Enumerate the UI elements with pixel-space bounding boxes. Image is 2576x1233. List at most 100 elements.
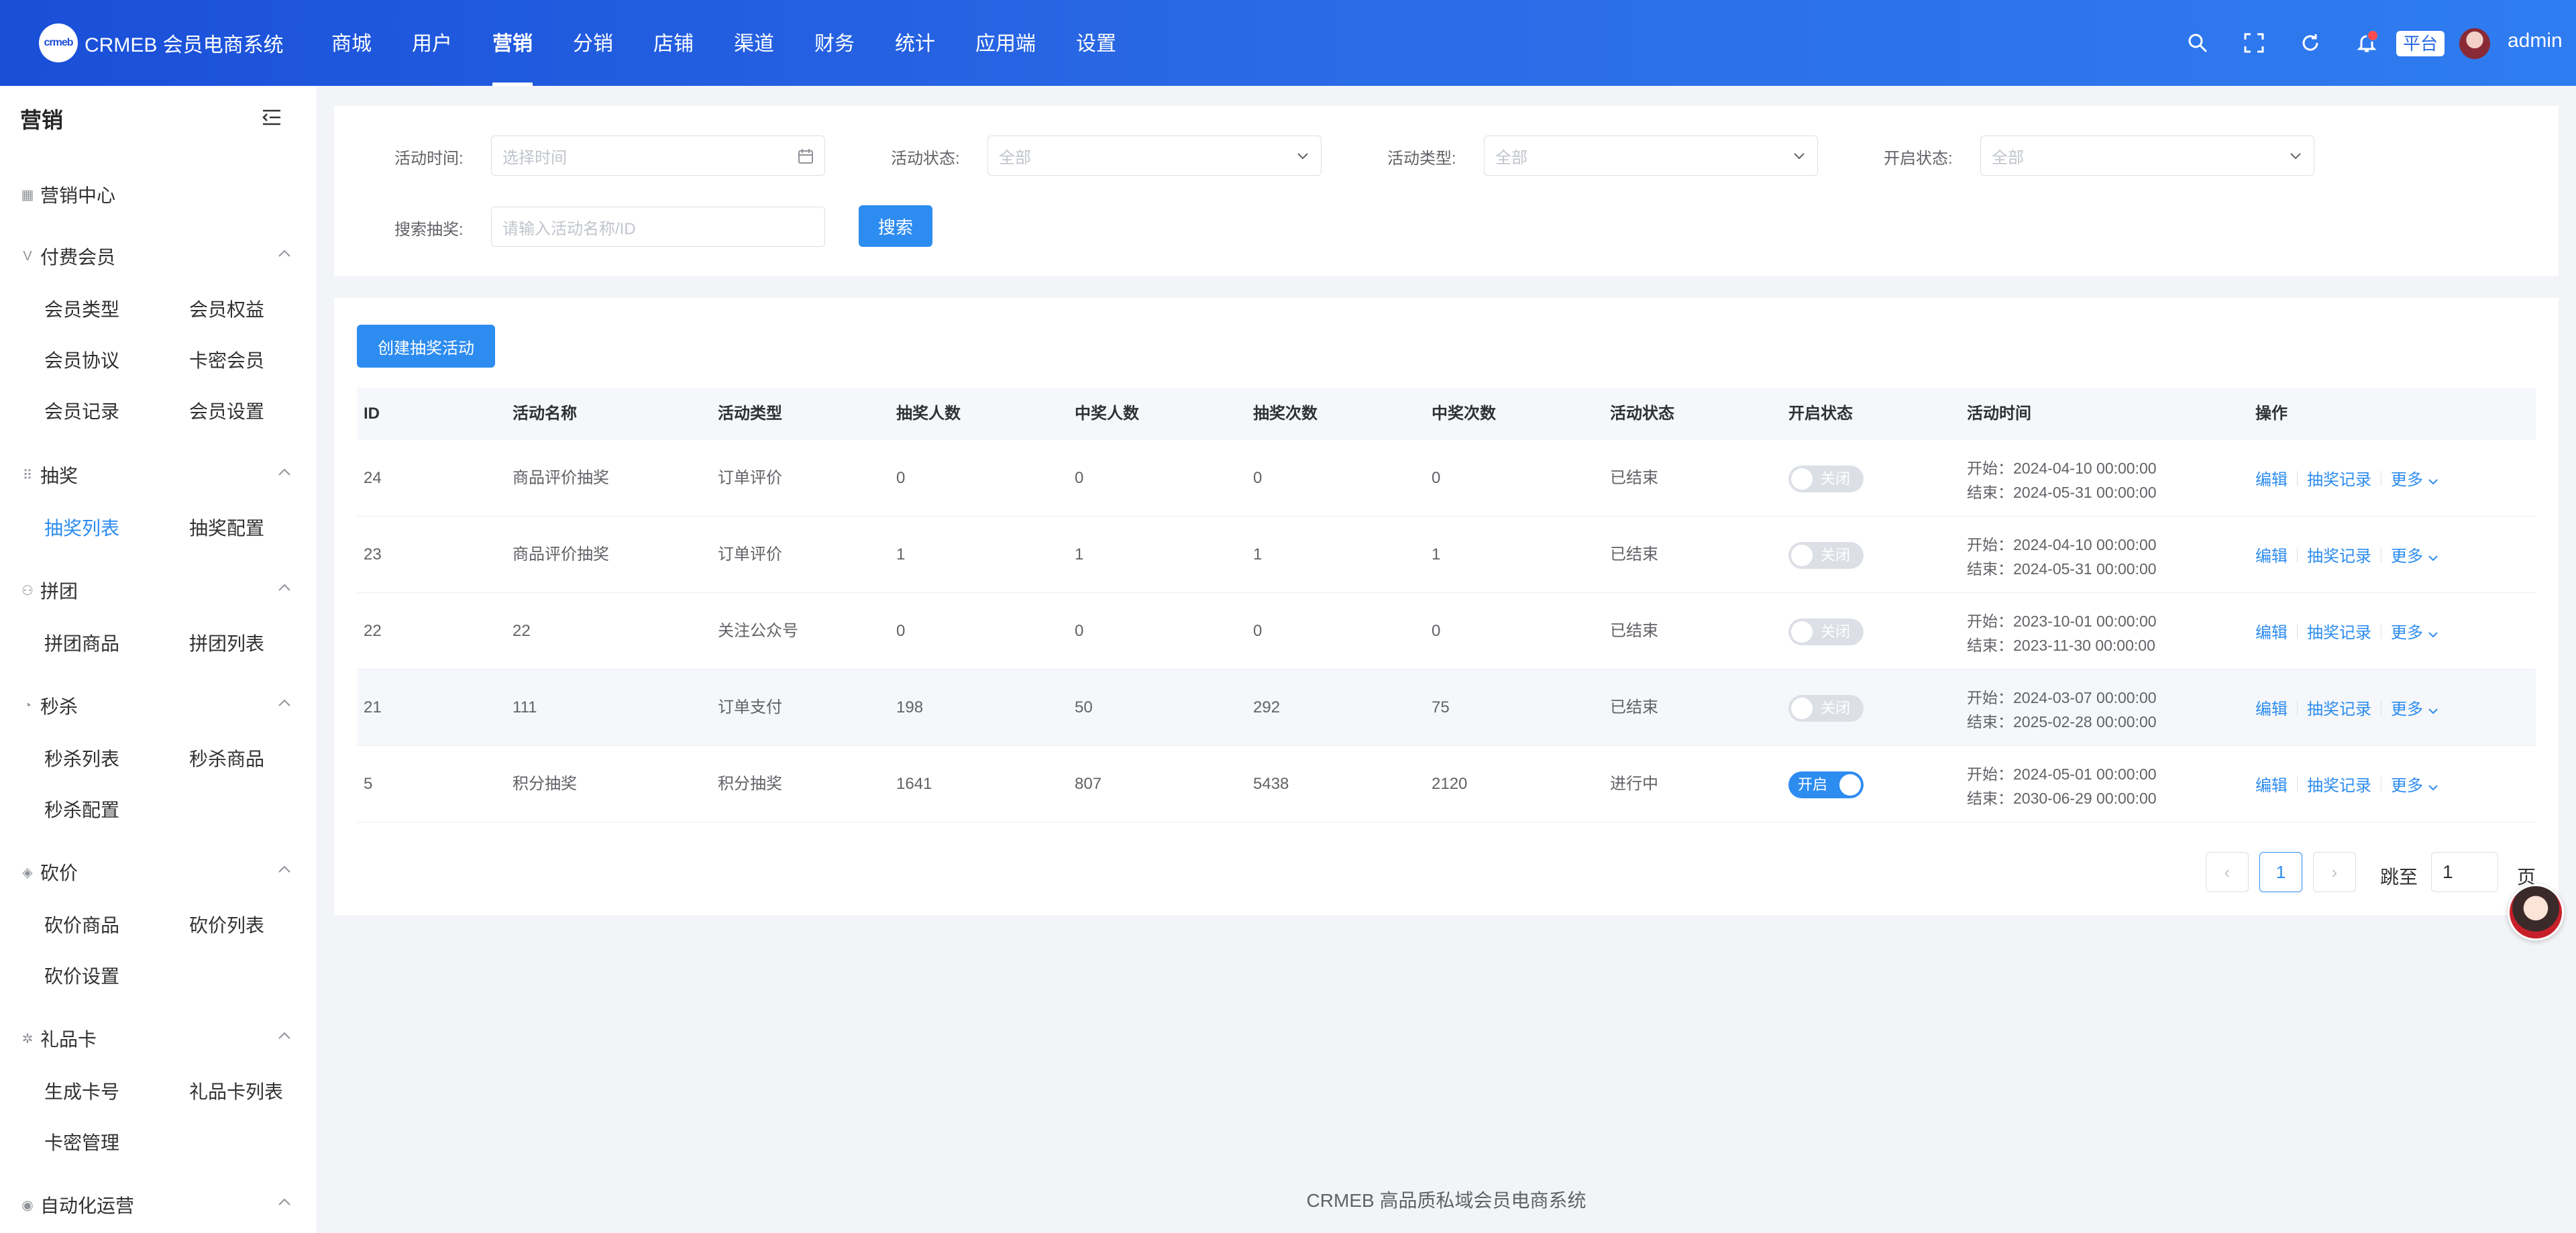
edit-link[interactable]: 编辑	[2255, 772, 2288, 796]
topnav-distribution[interactable]: 分销	[553, 0, 633, 86]
chevron-up-icon[interactable]	[278, 584, 291, 592]
jump-page-input[interactable]: 1	[2431, 852, 2498, 892]
sidebar-item-member-records[interactable]: 会员记录	[44, 397, 119, 424]
sidebar-group-seckill[interactable]: ◔ 秒杀	[20, 692, 78, 719]
search-lottery-input[interactable]: 请输入活动名称/ID	[491, 207, 825, 247]
topnav-mall[interactable]: 商城	[311, 0, 392, 86]
open-status-toggle[interactable]: 关闭	[1788, 695, 1864, 722]
sidebar-item-marketing-center[interactable]: ▦ 营销中心	[20, 181, 115, 208]
topnav-statistics[interactable]: 统计	[875, 0, 955, 86]
more-label: 更多	[2391, 471, 2423, 489]
chevron-up-icon[interactable]	[278, 699, 291, 707]
time-start: 开始：2024-03-07 00:00:00	[1967, 689, 2157, 706]
more-dropdown[interactable]: 更多	[2391, 619, 2438, 643]
assistant-avatar[interactable]	[2508, 884, 2564, 941]
open-status-select[interactable]: 全部	[1980, 136, 2314, 176]
sidebar-item-group-list[interactable]: 拼团列表	[189, 629, 264, 656]
topnav-user[interactable]: 用户	[392, 0, 472, 86]
more-dropdown[interactable]: 更多	[2391, 772, 2438, 796]
topnav-channel[interactable]: 渠道	[714, 0, 794, 86]
activity-type-select[interactable]: 全部	[1484, 136, 1818, 176]
collapse-menu-icon[interactable]	[262, 109, 282, 129]
open-status-toggle[interactable]: 关闭	[1788, 542, 1864, 569]
edit-link[interactable]: 编辑	[2255, 466, 2288, 490]
search-lottery-label: 搜索抽奖:	[394, 221, 464, 239]
sidebar-item-card-member[interactable]: 卡密会员	[189, 346, 264, 373]
grid-icon: ▦	[21, 187, 34, 203]
sidebar-group-label: 秒杀	[40, 696, 78, 717]
robot-icon: ◉	[21, 1197, 34, 1213]
topnav-settings[interactable]: 设置	[1056, 0, 1136, 86]
user-avatar[interactable]	[2459, 28, 2490, 59]
sidebar-item-group-products[interactable]: 拼团商品	[44, 629, 119, 656]
topnav-marketing[interactable]: 营销	[472, 0, 553, 86]
edit-link[interactable]: 编辑	[2255, 619, 2288, 643]
records-link[interactable]: 抽奖记录	[2307, 696, 2371, 719]
chevron-up-icon[interactable]	[278, 1032, 291, 1040]
records-link[interactable]: 抽奖记录	[2307, 466, 2371, 490]
sidebar-group-group-buy[interactable]: ⚇ 拼团	[20, 577, 78, 604]
time-start: 开始：2024-04-10 00:00:00	[1967, 460, 2157, 477]
fullscreen-icon[interactable]	[2238, 27, 2270, 59]
chevron-up-icon[interactable]	[278, 1198, 291, 1206]
sidebar-item-bargain-settings[interactable]: 砍价设置	[44, 962, 119, 989]
chevron-up-icon[interactable]	[278, 250, 291, 258]
refresh-icon[interactable]	[2294, 27, 2326, 59]
col-actions: 操作	[2255, 405, 2288, 423]
cell-win-times: 0	[1432, 469, 1441, 487]
search-icon[interactable]	[2182, 27, 2214, 59]
next-page-button[interactable]: ›	[2313, 852, 2356, 892]
sidebar-item-bargain-list[interactable]: 砍价列表	[189, 911, 264, 938]
records-link[interactable]: 抽奖记录	[2307, 619, 2371, 643]
more-dropdown[interactable]: 更多	[2391, 466, 2438, 490]
cell-id: 22	[364, 622, 382, 640]
sidebar-group-paid-member[interactable]: V 付费会员	[20, 243, 115, 270]
sidebar-item-card-manage[interactable]: 卡密管理	[44, 1128, 119, 1155]
open-status-toggle[interactable]: 关闭	[1788, 466, 1864, 492]
sidebar-item-lottery-config[interactable]: 抽奖配置	[189, 514, 264, 541]
edit-link[interactable]: 编辑	[2255, 543, 2288, 566]
brand[interactable]: crmeb CRMEB 会员电商系统	[39, 23, 284, 62]
page-1-button[interactable]: 1	[2259, 852, 2302, 892]
sidebar-group-automation[interactable]: ◉ 自动化运营	[20, 1191, 134, 1218]
sidebar-item-seckill-products[interactable]: 秒杀商品	[189, 745, 264, 771]
sidebar-item-seckill-config[interactable]: 秒杀配置	[44, 796, 119, 822]
sidebar-item-gift-card-list[interactable]: 礼品卡列表	[189, 1077, 283, 1104]
chevron-up-icon[interactable]	[278, 865, 291, 873]
open-status-toggle[interactable]: 关闭	[1788, 619, 1864, 645]
topnav-app[interactable]: 应用端	[955, 0, 1056, 86]
sidebar-item-member-settings[interactable]: 会员设置	[189, 397, 264, 424]
activity-status-select[interactable]: 全部	[987, 136, 1322, 176]
records-link[interactable]: 抽奖记录	[2307, 543, 2371, 566]
topnav-finance[interactable]: 财务	[794, 0, 875, 86]
cell-draw-times: 5438	[1253, 775, 1289, 793]
sidebar-item-member-agreement[interactable]: 会员协议	[44, 346, 119, 373]
sidebar-item-member-type[interactable]: 会员类型	[44, 295, 119, 322]
records-link[interactable]: 抽奖记录	[2307, 772, 2371, 796]
sidebar-group-gift-card[interactable]: ✲ 礼品卡	[20, 1025, 97, 1052]
create-lottery-button[interactable]: 创建抽奖活动	[357, 325, 495, 368]
table-body: 24 商品评价抽奖 订单评价 0 0 0 0 已结束 关闭 开始：2024-04-10 00:00…	[357, 440, 2536, 822]
sidebar-item-lottery-list[interactable]: 抽奖列表	[44, 514, 119, 541]
activity-time-picker[interactable]: 选择时间	[491, 136, 825, 176]
sidebar-group-bargain[interactable]: ◈ 砍价	[20, 859, 78, 886]
prev-page-button[interactable]: ‹	[2206, 852, 2249, 892]
bell-icon[interactable]	[2351, 27, 2383, 59]
search-button[interactable]: 搜索	[859, 205, 932, 247]
sidebar-group-lottery[interactable]: ⠿ 抽奖	[20, 462, 78, 488]
sidebar-item-member-rights[interactable]: 会员权益	[189, 295, 264, 322]
open-status-toggle[interactable]: 开启	[1788, 771, 1864, 798]
more-dropdown[interactable]: 更多	[2391, 543, 2438, 566]
sidebar-item-seckill-list[interactable]: 秒杀列表	[44, 745, 119, 771]
more-dropdown[interactable]: 更多	[2391, 696, 2438, 719]
edit-link[interactable]: 编辑	[2255, 696, 2288, 719]
filter-card: 活动时间: 选择时间 活动状态: 全部 活动类型: 全部 开启状态: 全部 搜索…	[334, 106, 2559, 276]
topnav-store[interactable]: 店铺	[633, 0, 714, 86]
toggle-knob	[1791, 545, 1813, 566]
activity-time-label: 活动时间:	[394, 150, 464, 168]
chevron-up-icon[interactable]	[278, 468, 291, 476]
username[interactable]: admin	[2508, 30, 2563, 52]
sidebar-item-bargain-products[interactable]: 砍价商品	[44, 911, 119, 938]
sidebar-item-generate-card[interactable]: 生成卡号	[44, 1077, 119, 1104]
time-end: 结束：2024-05-31 00:00:00	[1967, 560, 2157, 578]
